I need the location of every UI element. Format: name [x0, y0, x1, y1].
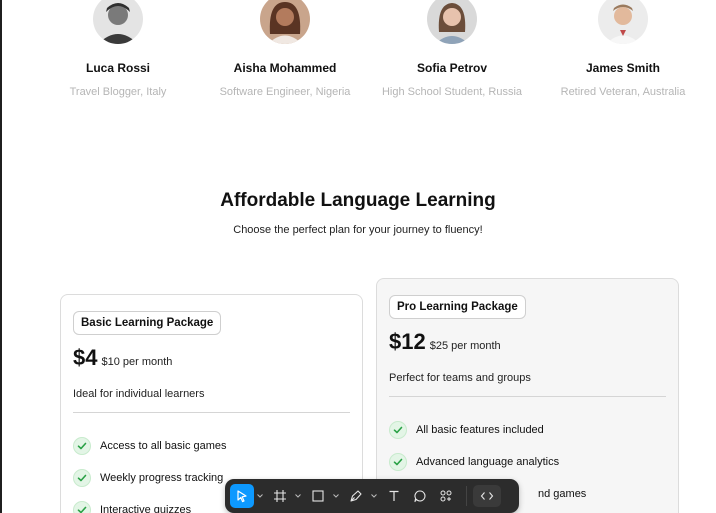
frame-icon [268, 484, 292, 508]
comment-icon [408, 484, 432, 508]
plan-price: $4 [73, 345, 98, 370]
avatar [93, 0, 143, 44]
testimonial-role: Travel Blogger, Italy [69, 86, 167, 98]
price-row: $4 $10 per month [73, 345, 172, 371]
avatar [260, 0, 310, 44]
comment-tool[interactable] [408, 484, 432, 508]
pricing-card-pro: Pro Learning Package $12 $25 per month P… [376, 278, 679, 513]
toolbar-divider [466, 486, 467, 506]
plan-description: Perfect for teams and groups [389, 372, 531, 384]
testimonial-name: Aisha Mohammed [233, 61, 337, 75]
testimonials-row: Luca Rossi Travel Blogger, Italy Aisha M… [2, 0, 716, 110]
chevron-down-icon[interactable] [370, 484, 378, 508]
list-item: Access to all basic games [73, 430, 227, 462]
testimonial-name: James Smith [585, 61, 661, 75]
divider [389, 396, 666, 397]
chevron-down-icon[interactable] [256, 484, 264, 508]
code-icon [480, 492, 494, 500]
plan-compare-price: $25 per month [429, 340, 501, 352]
list-item: Weekly progress tracking [73, 462, 227, 494]
price-row: $12 $25 per month [389, 329, 501, 355]
pen-icon [344, 484, 368, 508]
plan-name-badge: Pro Learning Package [389, 295, 526, 319]
shape-tool[interactable] [306, 484, 330, 508]
testimonial-role: Retired Veteran, Australia [560, 86, 686, 98]
plan-price: $12 [389, 329, 426, 354]
testimonial-name: Sofia Petrov [416, 61, 488, 75]
list-item: All basic features included [389, 414, 586, 446]
list-item: Advanced language analytics [389, 446, 586, 478]
check-icon [389, 453, 407, 471]
check-icon [73, 437, 91, 455]
plan-description: Ideal for individual learners [73, 388, 205, 400]
feature-label: Interactive quizzes [100, 504, 192, 513]
page: Luca Rossi Travel Blogger, Italy Aisha M… [0, 0, 716, 513]
chevron-down-icon[interactable] [332, 484, 340, 508]
avatar [598, 0, 648, 44]
check-icon [73, 469, 91, 487]
dev-mode-toggle[interactable] [473, 485, 501, 507]
plan-compare-price: $10 per month [101, 356, 173, 368]
avatar [427, 0, 477, 44]
pricing-subtitle: Choose the perfect plan for your journey… [233, 224, 483, 236]
feature-list: Access to all basic games Weekly progres… [73, 430, 227, 513]
rectangle-icon [306, 484, 330, 508]
design-toolbar [225, 479, 519, 513]
feature-label: Access to all basic games [100, 440, 227, 452]
actions-tool[interactable] [434, 484, 458, 508]
testimonial-name: Luca Rossi [85, 61, 151, 75]
text-icon [382, 484, 406, 508]
components-icon [434, 484, 458, 508]
check-icon [389, 421, 407, 439]
feature-label: All basic features included [416, 424, 544, 436]
cursor-icon [230, 484, 254, 508]
move-tool[interactable] [230, 484, 254, 508]
divider [73, 412, 350, 413]
text-tool[interactable] [382, 484, 406, 508]
feature-label: Advanced language analytics [416, 456, 560, 468]
check-icon [73, 501, 91, 513]
chevron-down-icon[interactable] [294, 484, 302, 508]
frame-tool[interactable] [268, 484, 292, 508]
testimonial-role: Software Engineer, Nigeria [219, 86, 351, 98]
plan-name-badge: Basic Learning Package [73, 311, 222, 335]
pen-tool[interactable] [344, 484, 368, 508]
feature-label: Weekly progress tracking [100, 472, 224, 484]
pricing-title: Affordable Language Learning [220, 190, 496, 211]
list-item: Interactive quizzes [73, 494, 227, 513]
testimonial-role: High School Student, Russia [381, 86, 523, 98]
